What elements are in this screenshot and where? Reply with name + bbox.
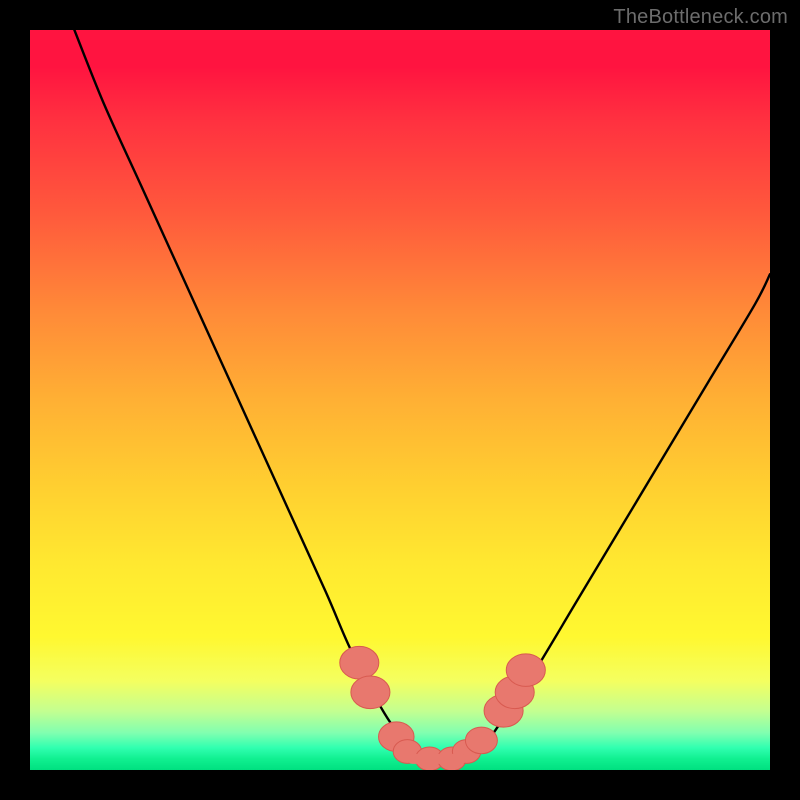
curve-path xyxy=(74,30,770,760)
curve-marker xyxy=(340,646,379,679)
bottleneck-curve xyxy=(30,30,770,770)
flat-segment xyxy=(407,754,466,764)
marker-group xyxy=(340,646,546,770)
chart-frame: TheBottleneck.com xyxy=(0,0,800,800)
curve-marker xyxy=(506,654,545,687)
curve-marker xyxy=(351,676,390,709)
curve-marker xyxy=(465,727,497,754)
watermark-text: TheBottleneck.com xyxy=(613,6,788,29)
plot-area xyxy=(30,30,770,770)
